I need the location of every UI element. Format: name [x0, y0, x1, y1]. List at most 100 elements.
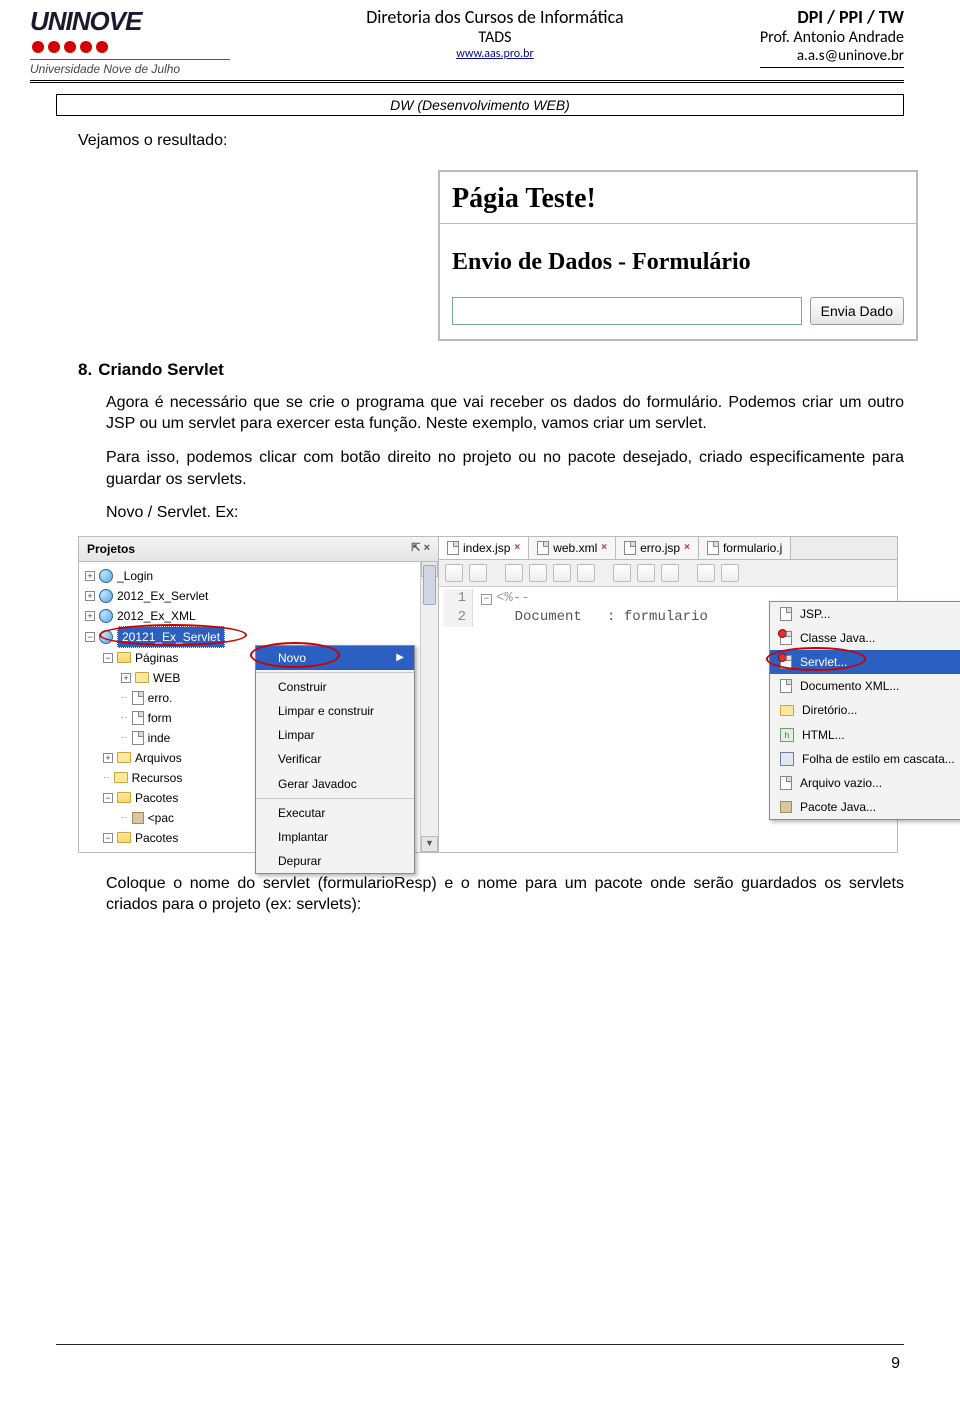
right-header: DPI / PPI / TW Prof. Antonio Andrade a.a…: [760, 6, 904, 68]
globe-icon: [99, 609, 113, 623]
project-login[interactable]: +_Login: [85, 566, 432, 586]
globe-icon: [99, 569, 113, 583]
paragraph-2: Agora é necessário que se crie o program…: [106, 392, 904, 435]
panel-controls[interactable]: ⇱ ×: [411, 541, 430, 556]
package-icon: [780, 801, 792, 813]
professor-name: Prof. Antonio Andrade: [760, 28, 904, 47]
course-codes: DPI / PPI / TW: [760, 6, 904, 28]
close-icon[interactable]: ×: [684, 541, 690, 555]
toolbar-button[interactable]: [721, 564, 739, 582]
file-icon: [132, 731, 144, 745]
file-icon: [537, 541, 549, 555]
menu-depurar[interactable]: Depurar: [256, 849, 414, 873]
menu-pacote-java[interactable]: Pacote Java...: [770, 795, 960, 819]
toolbar-button[interactable]: [697, 564, 715, 582]
highlight-ellipse: [766, 647, 866, 671]
header-rule: [30, 80, 904, 84]
toolbar-button[interactable]: [577, 564, 595, 582]
file-icon: [132, 691, 144, 705]
folder-icon: [117, 792, 131, 803]
editor-toolbar: [439, 560, 897, 587]
page-title: Págia Teste!: [440, 172, 916, 224]
toolbar-button[interactable]: [613, 564, 631, 582]
menu-limpar-construir[interactable]: Limpar e construir: [256, 699, 414, 723]
menu-novo[interactable]: Novo▶: [256, 646, 414, 670]
logo-text: UNINOVE: [30, 6, 230, 37]
submenu-arrow-icon: ▶: [396, 651, 404, 665]
browser-screenshot: Págia Teste! Envio de Dados - Formulário…: [438, 170, 918, 341]
css-icon: [780, 752, 794, 766]
projects-label: Projetos: [87, 541, 135, 557]
professor-email: a.a.s@uninove.br: [760, 47, 904, 68]
folder-icon: [114, 772, 128, 783]
logo: UNINOVE Universidade Nove de Julho: [30, 6, 230, 76]
context-menu: Novo▶ Construir Limpar e construir Limpa…: [255, 645, 415, 875]
toolbar-button[interactable]: [505, 564, 523, 582]
folder-icon: [780, 705, 794, 716]
menu-implantar[interactable]: Implantar: [256, 825, 414, 849]
fold-icon[interactable]: −: [481, 594, 492, 605]
menu-classe-java[interactable]: Classe Java...: [770, 626, 960, 650]
java-icon: [780, 631, 792, 645]
scroll-thumb[interactable]: [423, 565, 436, 605]
paragraph-4: Novo / Servlet. Ex:: [106, 502, 904, 524]
logo-tagline: Universidade Nove de Julho: [30, 59, 230, 76]
globe-icon: [99, 589, 113, 603]
highlight-ellipse: [99, 624, 247, 646]
menu-construir[interactable]: Construir: [256, 675, 414, 699]
menu-arquivo-vazio[interactable]: Arquivo vazio...: [770, 771, 960, 795]
tab-erro[interactable]: erro.jsp×: [616, 537, 699, 559]
projects-scrollbar[interactable]: ▲ ▼: [420, 561, 438, 852]
toolbar-button[interactable]: [637, 564, 655, 582]
folder-icon: [135, 672, 149, 683]
logo-dots: [32, 41, 230, 53]
dept-name: Diretoria dos Cursos de Informática: [230, 6, 760, 28]
document-content: Vejamos o resultado: Págia Teste! Envio …: [0, 116, 960, 916]
menu-limpar[interactable]: Limpar: [256, 723, 414, 747]
form-text-input[interactable]: [452, 297, 802, 325]
projects-panel-title: Projetos ⇱ ×: [79, 537, 438, 562]
submenu-novo: JSP... Classe Java... Servlet... Documen…: [769, 601, 960, 821]
menu-diretorio[interactable]: Diretório...: [770, 698, 960, 722]
paragraph-5: Coloque o nome do servlet (formularioRes…: [106, 873, 904, 916]
file-icon: [447, 541, 459, 555]
toolbar-button[interactable]: [469, 564, 487, 582]
project-servlet[interactable]: +2012_Ex_Servlet: [85, 586, 432, 606]
xml-icon: [780, 679, 792, 693]
menu-executar[interactable]: Executar: [256, 801, 414, 825]
program-name: TADS: [230, 28, 760, 47]
project-xml[interactable]: +2012_Ex_XML: [85, 606, 432, 626]
menu-verificar[interactable]: Verificar: [256, 747, 414, 771]
intro-result: Vejamos o resultado:: [78, 130, 904, 152]
close-icon[interactable]: ×: [514, 541, 520, 555]
toolbar-button[interactable]: [553, 564, 571, 582]
file-icon: [624, 541, 636, 555]
close-icon[interactable]: ×: [601, 541, 607, 555]
center-header: Diretoria dos Cursos de Informática TADS…: [230, 6, 760, 61]
tab-index[interactable]: index.jsp×: [439, 537, 529, 559]
course-title-box: DW (Desenvolvimento WEB): [56, 94, 904, 116]
tab-webxml[interactable]: web.xml×: [529, 537, 616, 559]
highlight-ellipse: [250, 642, 340, 668]
menu-servlet[interactable]: Servlet...: [770, 650, 960, 674]
tab-formulario[interactable]: formulario.j: [699, 537, 791, 559]
submit-button[interactable]: Envia Dado: [810, 297, 904, 325]
footer-rule: [56, 1344, 904, 1345]
toolbar-button[interactable]: [445, 564, 463, 582]
menu-gerar-javadoc[interactable]: Gerar Javadoc: [256, 772, 414, 796]
editor-tabs: index.jsp× web.xml× erro.jsp× formulario…: [439, 537, 897, 560]
scroll-down-icon[interactable]: ▼: [421, 836, 438, 852]
menu-html[interactable]: hHTML...: [770, 723, 960, 747]
section-number: 8.: [78, 359, 92, 382]
menu-doc-xml[interactable]: Documento XML...: [770, 674, 960, 698]
editor-area: index.jsp× web.xml× erro.jsp× formulario…: [439, 537, 897, 852]
section-heading: 8. Criando Servlet: [78, 359, 904, 382]
ide-screenshot: Projetos ⇱ × +_Login +2012_Ex_Servlet +2…: [78, 536, 898, 853]
menu-jsp[interactable]: JSP...: [770, 602, 960, 626]
section-title: Criando Servlet: [98, 360, 224, 379]
package-icon: [132, 812, 144, 824]
toolbar-button[interactable]: [661, 564, 679, 582]
menu-css[interactable]: Folha de estilo em cascata...: [770, 747, 960, 771]
file-icon: [780, 776, 792, 790]
toolbar-button[interactable]: [529, 564, 547, 582]
